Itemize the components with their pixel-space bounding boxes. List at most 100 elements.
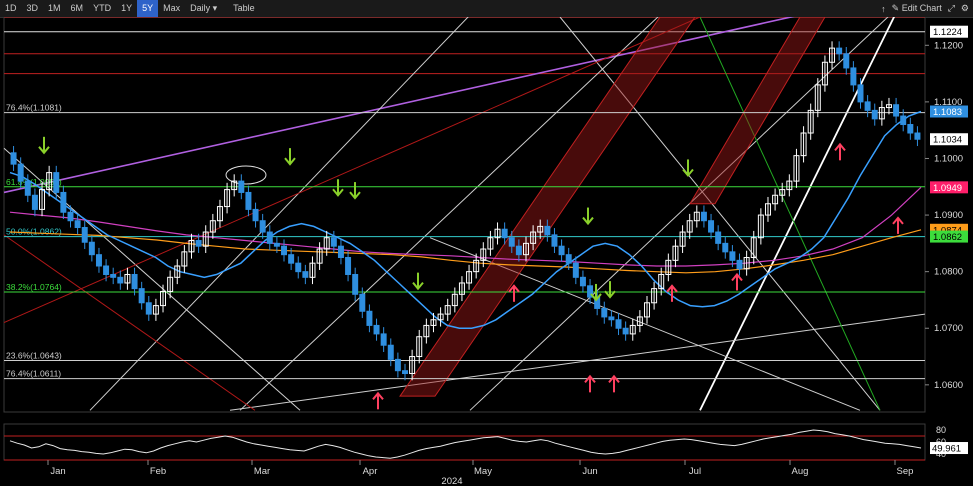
trendline	[89, 17, 469, 411]
candle-body	[131, 273, 138, 290]
candle-body	[24, 180, 31, 196]
candle-body	[622, 327, 629, 335]
expand-icon[interactable]: ⤢	[948, 3, 955, 14]
candle-body	[31, 194, 38, 210]
candle-body	[110, 273, 117, 278]
ma-long-line	[9, 186, 922, 267]
price-axis: 1.12001.11001.10001.09001.08001.07001.06…	[925, 40, 963, 391]
range-6m-button[interactable]: 6M	[66, 0, 89, 17]
candle-body	[53, 172, 60, 193]
range-5y-button[interactable]: 5Y	[137, 0, 159, 17]
candle-body	[245, 191, 252, 210]
range-1m-button[interactable]: 1M	[43, 0, 66, 17]
candle-body	[864, 101, 871, 111]
x-tick-label: Jul	[689, 466, 701, 477]
gear-icon[interactable]: ⚙	[961, 3, 969, 14]
candle-body	[359, 293, 366, 312]
candle-body	[501, 228, 508, 239]
candle-body	[295, 262, 302, 273]
candle-body	[572, 262, 579, 278]
trendline	[559, 17, 881, 411]
x-tick-label: Aug	[792, 466, 809, 477]
trendline	[3, 17, 795, 194]
price-flag-label: 1.1224	[933, 27, 962, 38]
candle-body	[900, 115, 907, 126]
edit-chart-button[interactable]: ✎ Edit Chart	[892, 3, 942, 14]
oscillator-flag-label: 49.961	[932, 444, 961, 455]
candle-body	[373, 324, 380, 335]
candle-body	[145, 302, 152, 315]
ma-fast-line	[9, 110, 922, 329]
candle-body	[17, 163, 24, 182]
y-tick-label: 1.0700	[934, 323, 963, 334]
candle-body	[565, 254, 572, 264]
fib-level-label: 23.6%(1.0643)	[6, 351, 62, 361]
y-tick-label: 1.1200	[934, 40, 963, 51]
candle-body	[281, 245, 288, 256]
candle-body	[402, 370, 408, 375]
price-chart[interactable]: 76.4%(1.1081)61.8%(1.0950)50.0%(1.0862)3…	[0, 17, 973, 486]
fib-level-label: 76.4%(1.0611)	[6, 369, 61, 379]
candle-body	[345, 257, 352, 275]
candle-body	[138, 288, 145, 304]
candle-body	[871, 109, 878, 120]
year-label: 2024	[441, 476, 462, 486]
y-tick-label: 1.0600	[934, 380, 963, 391]
candle-body	[387, 344, 394, 360]
candle-body	[288, 254, 295, 264]
candle-body	[544, 225, 551, 236]
candle-body	[74, 220, 81, 229]
candle-body	[259, 220, 266, 233]
candle-body	[857, 84, 864, 103]
oscillator-panel: 80604049.961	[3, 423, 968, 461]
candle-body	[238, 180, 245, 193]
fib-level-label: 50.0%(1.0862)	[6, 227, 62, 237]
range-3d-button[interactable]: 3D	[22, 0, 44, 17]
candle-body	[907, 124, 914, 134]
x-tick-label: Jan	[50, 466, 65, 477]
candle-body	[95, 254, 102, 267]
candle-body	[551, 234, 558, 247]
price-flag-label: 1.1083	[933, 107, 962, 118]
x-tick-label: Apr	[363, 466, 378, 477]
candle-body	[10, 152, 17, 165]
candle-body	[558, 245, 565, 256]
x-tick-label: Sep	[897, 466, 914, 477]
range-1d-button[interactable]: 1D	[0, 0, 22, 17]
y-tick-label: 1.1000	[934, 153, 963, 164]
frequency-dropdown[interactable]: Daily ▾	[185, 0, 222, 17]
candle-body	[352, 273, 359, 295]
oscillator-line	[9, 429, 922, 459]
red-channel	[689, 17, 826, 205]
price-flag-label: 1.0862	[933, 232, 962, 243]
candle-body	[508, 237, 515, 247]
candle-body	[843, 53, 850, 69]
chart-toolbar: 1D 3D 1M 6M YTD 1Y 5Y Max Daily ▾ Table …	[0, 0, 973, 18]
candle-body	[515, 245, 522, 256]
candle-body	[81, 227, 88, 243]
candle-body	[715, 231, 722, 244]
candle-body	[103, 265, 110, 275]
candle-body	[195, 240, 202, 247]
candle-body	[579, 276, 586, 287]
candle-body	[67, 211, 74, 222]
x-tick-label: May	[474, 466, 492, 477]
candle-body	[608, 316, 615, 321]
moving-averages-layer	[9, 110, 922, 329]
price-flag-label: 1.1034	[933, 135, 962, 146]
range-max-button[interactable]: Max	[158, 0, 185, 17]
x-tick-label: Feb	[150, 466, 166, 477]
candle-body	[380, 333, 387, 346]
candle-body	[836, 47, 843, 55]
table-button[interactable]: Table	[228, 0, 260, 17]
trendline	[229, 313, 926, 411]
candle-body	[729, 251, 736, 261]
candle-body	[708, 220, 715, 233]
edit-chart-label: Edit Chart	[901, 3, 942, 13]
candle-body	[914, 132, 921, 140]
arrow-up-icon[interactable]: ↑	[881, 4, 886, 14]
candle-body	[893, 104, 900, 117]
range-ytd-button[interactable]: YTD	[88, 0, 116, 17]
candle-body	[601, 307, 608, 318]
range-1y-button[interactable]: 1Y	[116, 0, 137, 17]
